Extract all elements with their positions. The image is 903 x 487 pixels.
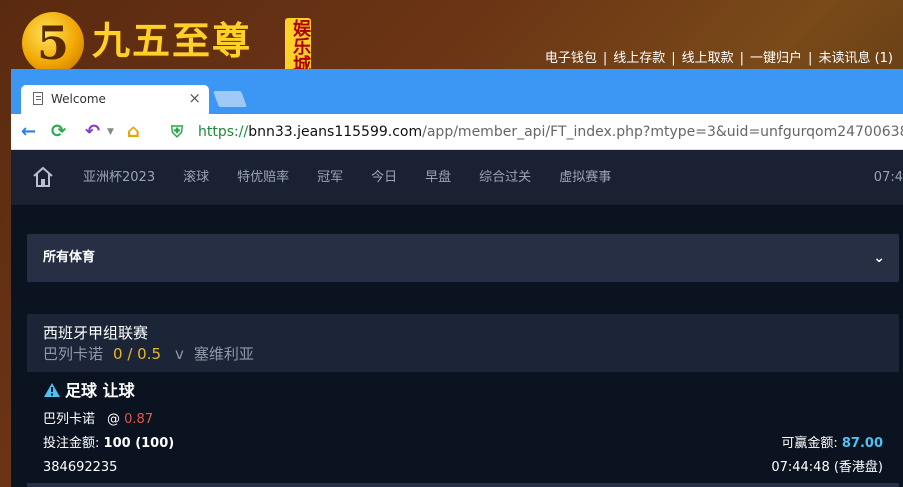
bet-slip: 足球 让球 巴列卡诺 @ 0.87 投注金额: 100 (100) 可赢金额: 8… [27, 372, 899, 487]
warning-icon [44, 383, 60, 397]
tab-title: Welcome [51, 92, 106, 106]
tab-bar: Welcome × [11, 69, 903, 114]
logo-badge: 娱乐城 [285, 18, 311, 74]
selection-team: 巴列卡诺 [43, 412, 96, 427]
browser-toolbar: ← ⟳ ↶ ▼ ⌂ ⛨ https://bnn33.jeans115599.co… [11, 114, 903, 150]
link-separator: | [602, 51, 608, 66]
win-label: 可赢金额: [781, 436, 838, 451]
link-deposit[interactable]: 线上存款 [613, 51, 665, 66]
top-links: 电子钱包 | 线上存款 | 线上取款 | 一键归户 | 未读讯息 (1) [545, 50, 893, 68]
address-bar[interactable]: https://bnn33.jeans115599.com/app/member… [198, 123, 903, 141]
stake: 投注金额: 100 (100) [43, 435, 174, 453]
nav-item-best-odds[interactable]: 特优赔率 [237, 168, 289, 188]
link-e-wallet[interactable]: 电子钱包 [545, 51, 597, 66]
url-host: bnn33.jeans115599.com [248, 124, 423, 140]
nav-item-virtual[interactable]: 虚拟赛事 [559, 168, 611, 188]
link-separator: | [671, 51, 676, 66]
chevron-down-icon[interactable]: ▼ [107, 120, 114, 144]
logo-mark: 5 [22, 12, 84, 74]
link-separator: | [739, 51, 745, 66]
url-path: /app/member_api/FT_index.php?mtype=3&uid… [422, 124, 903, 140]
nav-item-live[interactable]: 滚球 [183, 168, 209, 188]
home-icon[interactable] [31, 165, 55, 189]
odds-value: 0.87 [124, 412, 154, 427]
nav-item-early[interactable]: 早盘 [425, 168, 451, 188]
site-header: 5 九五至尊 娱乐城 电子钱包 | 线上存款 | 线上取款 | 一键归户 | 未读讯息 (1) [0, 0, 903, 74]
match-header: 西班牙甲组联赛 巴列卡诺 0 / 0.5 v 塞维利亚 [27, 314, 899, 372]
potential-win: 可赢金额: 87.00 [781, 435, 883, 453]
ticket-id: 384692235 [43, 460, 118, 475]
tab-welcome[interactable]: Welcome × [21, 85, 209, 114]
home-team: 巴列卡诺 [43, 345, 104, 363]
link-separator: | [808, 51, 813, 66]
sports-nav: 亚洲杯2023 滚球 特优赔率 冠军 今日 早盘 综合过关 虚拟赛事 07:4 [11, 150, 903, 206]
stake-value: 100 (100) [103, 436, 175, 451]
sport-filter-dropdown[interactable]: 所有体育 ⌄ [27, 234, 899, 282]
away-team: 塞维利亚 [193, 345, 254, 363]
logo-name: 九五至尊 [92, 18, 253, 63]
league-name: 西班牙甲组联赛 [43, 324, 149, 342]
link-withdraw[interactable]: 线上取款 [682, 51, 734, 66]
nav-items: 亚洲杯2023 滚球 特优赔率 冠军 今日 早盘 综合过关 虚拟赛事 [83, 168, 639, 188]
versus: v [175, 345, 184, 363]
clock: 07:4 [873, 170, 903, 185]
match-teams: 巴列卡诺 0 / 0.5 v 塞维利亚 [43, 344, 254, 364]
win-value: 87.00 [841, 436, 883, 451]
shield-icon[interactable]: ⛨ [171, 120, 183, 144]
nav-item-asian-cup[interactable]: 亚洲杯2023 [83, 168, 155, 188]
bet-time: 07:44:48 (香港盘) [771, 460, 883, 475]
nav-item-outright[interactable]: 冠军 [317, 168, 343, 188]
chevron-down-icon: ⌄ [873, 250, 885, 266]
url-scheme: https:// [198, 124, 249, 140]
handicap: 0 / 0.5 [113, 345, 162, 363]
close-icon[interactable]: × [188, 88, 201, 108]
new-tab-button[interactable] [213, 91, 247, 107]
bet-selection: 巴列卡诺 @ 0.87 [43, 411, 153, 429]
bet-type: 足球 让球 [65, 381, 135, 400]
at-sign: @ [107, 412, 121, 427]
nav-item-today[interactable]: 今日 [371, 168, 397, 188]
bet-title: 足球 让球 [43, 380, 135, 402]
site-logo[interactable]: 5 九五至尊 娱乐城 [22, 12, 312, 74]
link-consolidate[interactable]: 一键归户 [750, 51, 802, 66]
refresh-icon[interactable]: ⟳ [51, 120, 66, 144]
page-icon [33, 92, 43, 105]
nav-item-parlay[interactable]: 综合过关 [479, 168, 531, 188]
back-icon[interactable]: ← [21, 120, 36, 144]
filter-label: 所有体育 [43, 250, 96, 265]
next-card-edge [27, 483, 899, 487]
browser-window: Welcome × ← ⟳ ↶ ▼ ⌂ ⛨ https://bnn33.jean… [11, 69, 903, 487]
home-icon[interactable]: ⌂ [127, 120, 140, 144]
stake-label: 投注金额: [43, 436, 100, 451]
link-unread-messages[interactable]: 未读讯息 (1) [818, 51, 893, 66]
undo-icon[interactable]: ↶ [85, 120, 100, 144]
